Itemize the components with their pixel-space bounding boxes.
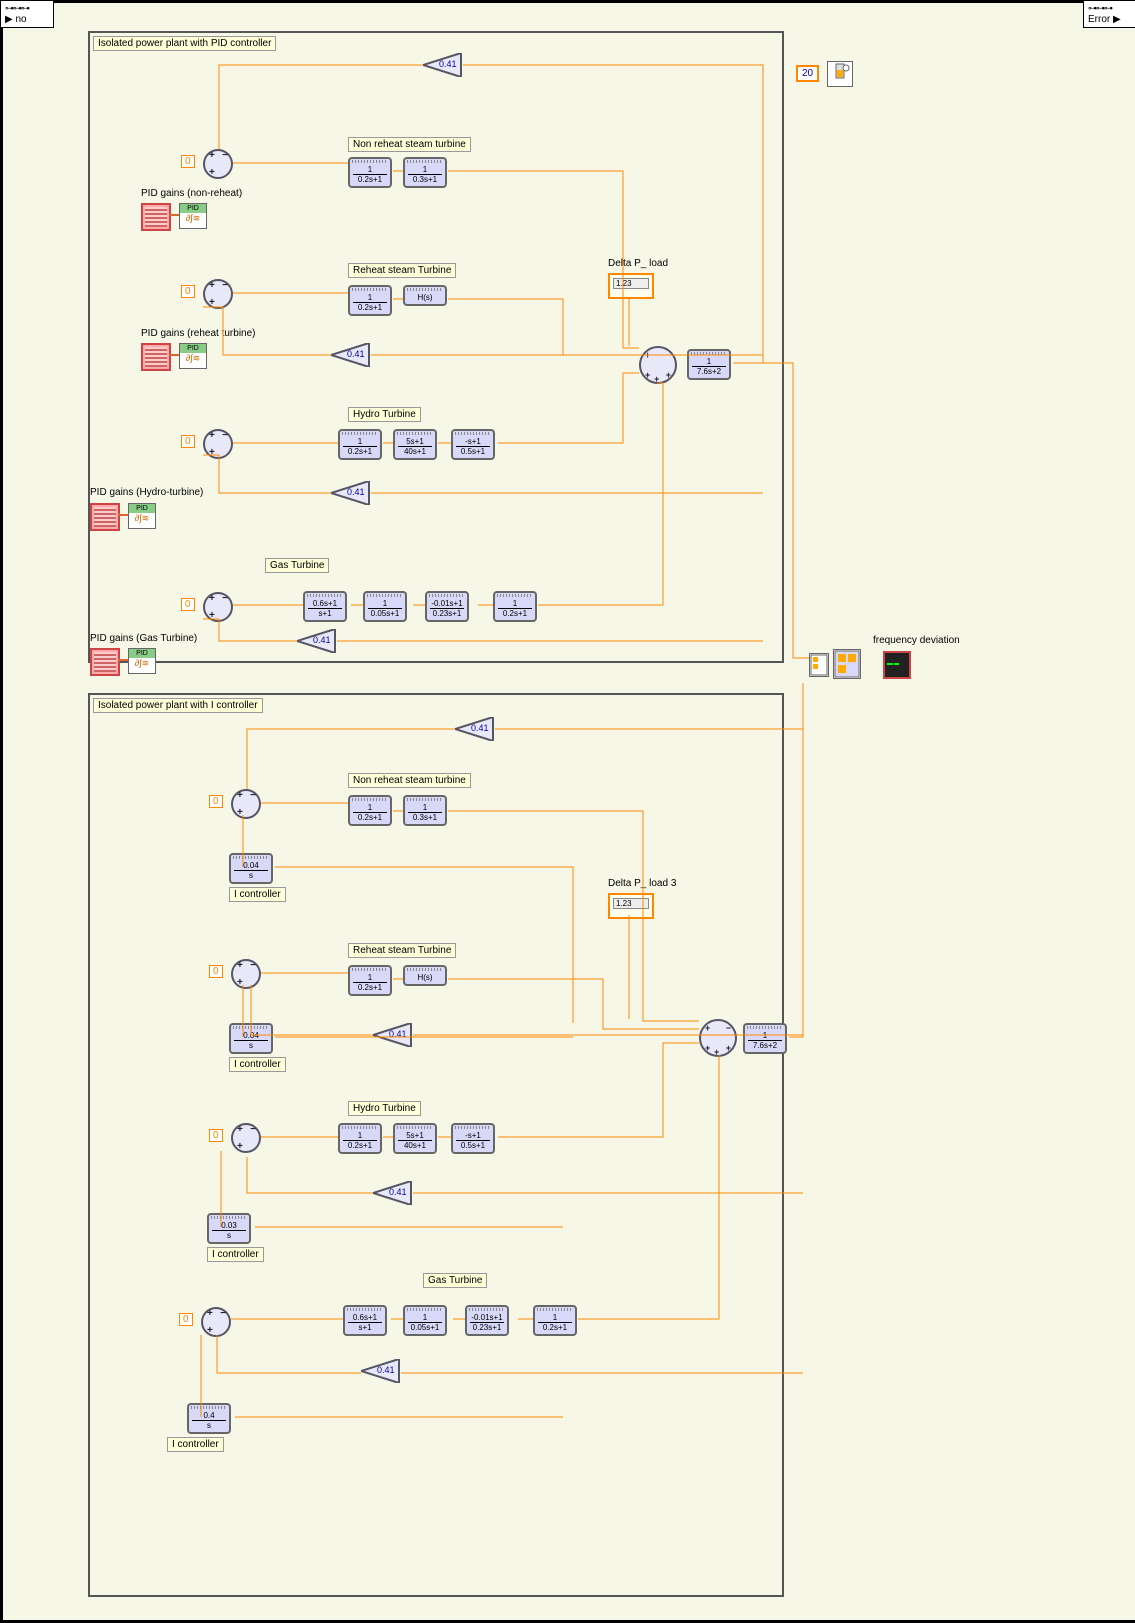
pid-rh-gains-label: PID gains (reheat turbine) xyxy=(141,328,256,339)
i-nr-ctrl-label: I controller xyxy=(229,887,286,902)
pid-gas-gains-cluster[interactable] xyxy=(90,648,120,676)
i-hy-gain-value: 0.41 xyxy=(389,1187,407,1197)
i-hy-tf3: -s+10.5s+1 xyxy=(451,1123,495,1154)
i-nr-gain-value: 0.41 xyxy=(471,723,489,733)
pid-nr-tf2: 10.3s+1 xyxy=(403,157,447,188)
i-gas-tf3: -0.01s+10.23s+1 xyxy=(465,1305,509,1336)
i-rh-label: Reheat steam Turbine xyxy=(348,943,456,958)
pid-rh-label: Reheat steam Turbine xyxy=(348,263,456,278)
pid-hy-gains-label: PID gains (Hydro-turbine) xyxy=(90,487,203,498)
pid-hy-gain-value: 0.41 xyxy=(347,487,365,497)
i-nr-tf2: 10.3s+1 xyxy=(403,795,447,826)
build-array-icon xyxy=(833,649,861,679)
i-gas-label: Gas Turbine xyxy=(423,1273,487,1288)
pid-load-label: Delta P_ load xyxy=(608,258,668,269)
pid-vi-icon-2: PID∂∫≋ xyxy=(179,343,207,369)
i-gas-tf4: 10.2s+1 xyxy=(533,1305,577,1336)
block-diagram-canvas[interactable]: ⊶⊶⊶ ▶ no ⊶⊶⊶ Error ▶ 20 frequency deviat… xyxy=(0,0,1135,1623)
pid-vi-icon: PID∂∫≋ xyxy=(179,203,207,229)
i-hy-label: Hydro Turbine xyxy=(348,1101,421,1116)
error-terminal-label: Error xyxy=(1088,14,1110,25)
zero-const-7: 0 xyxy=(209,1129,223,1142)
timer-icon xyxy=(827,61,853,87)
i-gas-tf2: 10.05s+1 xyxy=(403,1305,447,1336)
pid-hy-gains-cluster[interactable] xyxy=(90,503,120,531)
pid-gas-sum: +−+ xyxy=(203,592,233,622)
zero-const-3: 0 xyxy=(181,435,195,448)
pid-gas-label: Gas Turbine xyxy=(265,558,329,573)
i-load-control[interactable]: 1.23 xyxy=(608,893,654,919)
pid-gas-tf1: 0.6s+1s+1 xyxy=(303,591,347,622)
i-load-label: Delta P_ load 3 xyxy=(608,878,676,889)
waveform-chart-icon[interactable] xyxy=(883,651,911,679)
pid-hy-sum: +−+ xyxy=(203,429,233,459)
i-hy-ctrl-label: I controller xyxy=(207,1247,264,1262)
zero-const: 0 xyxy=(181,155,195,168)
timer-constant[interactable]: 20 xyxy=(796,65,819,82)
i-nr-tf1: 10.2s+1 xyxy=(348,795,392,826)
pid-gas-tf3: -0.01s+10.23s+1 xyxy=(425,591,469,622)
i-gas-itf: 0.4s xyxy=(187,1403,231,1434)
i-rh-gain-value: 0.41 xyxy=(389,1029,407,1039)
pid-rh-gain-value: 0.41 xyxy=(347,349,365,359)
pid-plant-tf: 17.6s+2 xyxy=(687,349,731,380)
zero-const-6: 0 xyxy=(209,965,223,978)
zero-const-8: 0 xyxy=(179,1313,193,1326)
pid-rh-sum: +−+ xyxy=(203,279,233,309)
i-nr-sum: +−+ xyxy=(231,789,261,819)
i-rh-itf: 0.04s xyxy=(229,1023,273,1054)
output-label: frequency deviation xyxy=(873,635,960,646)
i-rh-tf2: H(s) xyxy=(403,965,447,986)
i-rh-tf1: 10.2s+1 xyxy=(348,965,392,996)
error-terminal: ⊶⊶⊶ Error ▶ xyxy=(1083,0,1135,28)
pid-hy-label: Hydro Turbine xyxy=(348,407,421,422)
zero-const-2: 0 xyxy=(181,285,195,298)
zero-const-4: 0 xyxy=(181,598,195,611)
i-hy-sum: +−+ xyxy=(231,1123,261,1153)
zero-const-5: 0 xyxy=(209,795,223,808)
i-gas-ctrl-label: I controller xyxy=(167,1437,224,1452)
pid-main-sum: +− ++ + xyxy=(639,346,677,384)
i-gas-sum: +−+ xyxy=(201,1307,231,1337)
pid-vi-icon-3: PID∂∫≋ xyxy=(128,503,156,529)
pid-nr-gains-cluster[interactable] xyxy=(141,203,171,231)
i-hy-itf: 0.03s xyxy=(207,1213,251,1244)
pid-gas-tf4: 10.2s+1 xyxy=(493,591,537,622)
i-rh-ctrl-label: I controller xyxy=(229,1057,286,1072)
input-terminal: ⊶⊶⊶ ▶ no xyxy=(0,0,54,28)
pid-nr-gain-value: 0.41 xyxy=(439,59,457,69)
pid-nr-sum: +−+ xyxy=(203,149,233,179)
pid-hy-tf3: -s+10.5s+1 xyxy=(451,429,495,460)
pid-vi-icon-4: PID∂∫≋ xyxy=(128,648,156,674)
pid-gas-gains-label: PID gains (Gas Turbine) xyxy=(90,633,197,644)
pid-rh-gains-cluster[interactable] xyxy=(141,343,171,371)
pid-rh-tf1: 10.2s+1 xyxy=(348,285,392,316)
pid-hy-tf2: 5s+140s+1 xyxy=(393,429,437,460)
pid-nr-tf1: 10.2s+1 xyxy=(348,157,392,188)
i-hy-tf2: 5s+140s+1 xyxy=(393,1123,437,1154)
pid-hy-tf1: 10.2s+1 xyxy=(338,429,382,460)
pid-gas-gain-value: 0.41 xyxy=(313,635,331,645)
i-gas-gain-value: 0.41 xyxy=(377,1365,395,1375)
pid-gas-tf2: 10.05s+1 xyxy=(363,591,407,622)
pid-nr-gains-label: PID gains (non-reheat) xyxy=(141,188,242,199)
i-hy-tf1: 10.2s+1 xyxy=(338,1123,382,1154)
i-plant-tf: 17.6s+2 xyxy=(743,1023,787,1054)
i-main-sum: +− ++ + xyxy=(699,1019,737,1057)
i-nr-itf: 0.04s xyxy=(229,853,273,884)
pid-nr-label: Non reheat steam turbine xyxy=(348,137,471,152)
i-rh-sum: +−+ xyxy=(231,959,261,989)
input-terminal-label: no xyxy=(15,14,26,25)
i-frame-title: Isolated power plant with I controller xyxy=(93,698,263,713)
pid-frame-title: Isolated power plant with PID controller xyxy=(93,36,276,51)
i-nr-label: Non reheat steam turbine xyxy=(348,773,471,788)
pid-rh-tf2: H(s) xyxy=(403,285,447,306)
bundle-icon xyxy=(809,653,829,677)
pid-load-control[interactable]: 1.23 xyxy=(608,273,654,299)
i-gas-tf1: 0.6s+1s+1 xyxy=(343,1305,387,1336)
